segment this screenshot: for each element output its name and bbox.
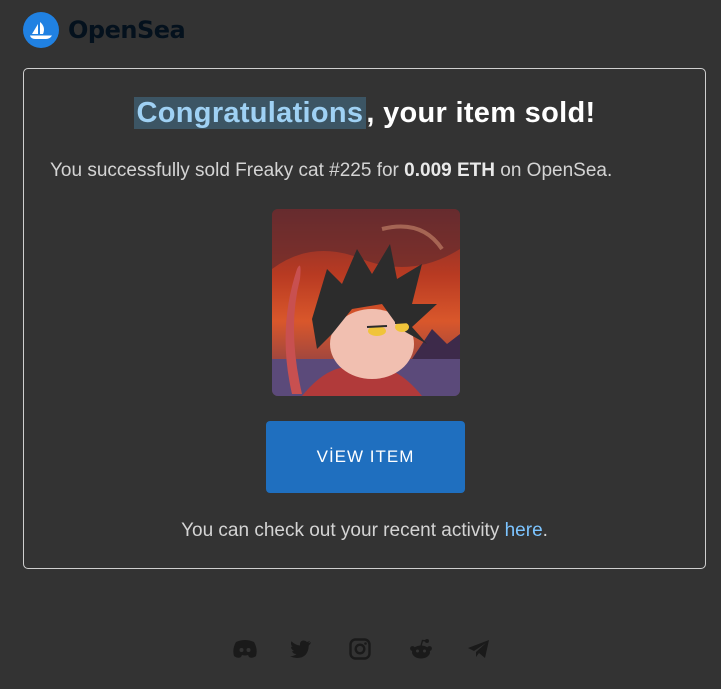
instagram-icon[interactable] — [349, 636, 371, 662]
activity-prefix: You can check out your recent activity — [181, 520, 505, 541]
message-suffix: on OpenSea. — [494, 160, 613, 181]
activity-message: You can check out your recent activity h… — [24, 520, 705, 542]
telegram-icon[interactable] — [467, 636, 491, 662]
activity-link[interactable]: here — [505, 520, 543, 541]
nft-item-image[interactable] — [272, 209, 460, 396]
title-highlight: Congratulations — [133, 97, 367, 129]
opensea-boat-icon — [23, 12, 59, 48]
view-item-button[interactable]: VİEW ITEM — [266, 421, 465, 493]
page-title: Congratulations, your item sold! — [24, 97, 705, 130]
sold-notification-card: Congratulations, your item sold! You suc… — [23, 68, 706, 569]
activity-suffix: . — [542, 520, 548, 541]
discord-icon[interactable] — [232, 636, 258, 662]
twitter-icon[interactable] — [290, 636, 312, 662]
message-prefix: You successfully sold Freaky cat #225 fo… — [50, 160, 405, 181]
title-rest: , your item sold! — [366, 97, 596, 129]
reddit-icon[interactable] — [409, 636, 433, 662]
opensea-logo[interactable]: OpenSea — [23, 12, 186, 48]
sale-message: You successfully sold Freaky cat #225 fo… — [50, 160, 612, 182]
brand-name: OpenSea — [68, 16, 186, 44]
sale-price: 0.009 ETH — [404, 160, 495, 181]
